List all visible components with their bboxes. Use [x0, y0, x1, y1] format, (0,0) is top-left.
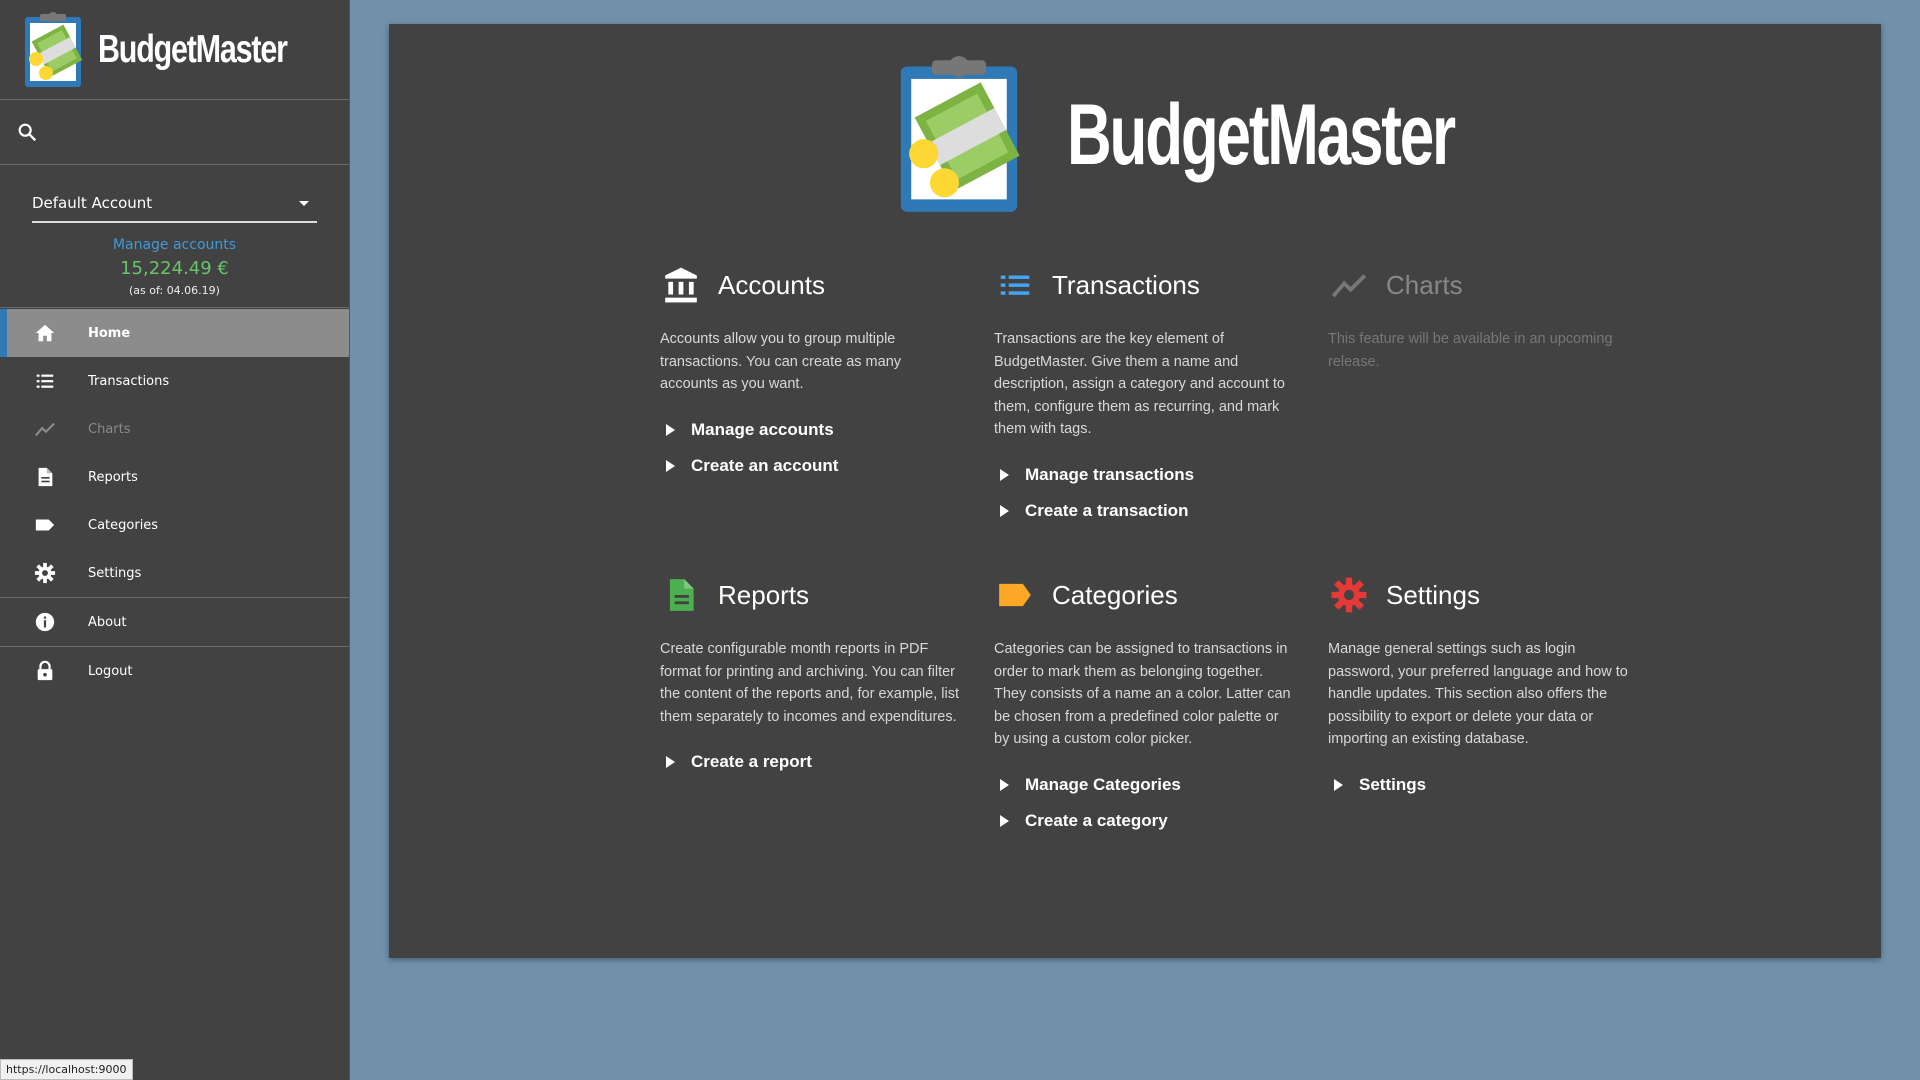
sidebar-logo[interactable]: BudgetMaster — [0, 0, 349, 100]
account-select[interactable]: Default Account — [32, 185, 317, 223]
link-label: Manage accounts — [691, 419, 834, 439]
feature-charts: Charts This feature will be available in… — [1328, 260, 1628, 373]
sidebar: BudgetMaster Default Account Manage acco… — [0, 0, 350, 1080]
balance-date: (as of: 04.06.19) — [129, 284, 220, 297]
nav-label: Charts — [88, 421, 131, 437]
document-icon — [660, 574, 702, 616]
label-icon — [994, 574, 1036, 616]
manage-categories-button[interactable]: Manage Categories — [994, 767, 1294, 803]
create-category-button[interactable]: Create a category — [994, 803, 1294, 839]
document-icon — [34, 466, 56, 488]
nav-item-charts: Charts — [0, 405, 349, 453]
feature-title: Settings — [1386, 579, 1480, 610]
play-arrow-icon — [1000, 778, 1009, 791]
budgetmaster-logo-icon — [25, 11, 83, 87]
nav-item-about[interactable]: About — [0, 598, 349, 646]
hero-logo: BudgetMaster — [889, 54, 1604, 216]
settings-button[interactable]: Settings — [1328, 767, 1628, 803]
create-report-button[interactable]: Create a report — [660, 744, 960, 780]
nav-label: Categories — [88, 517, 159, 533]
play-arrow-icon — [1000, 814, 1009, 827]
nav-item-transactions[interactable]: Transactions — [0, 357, 349, 405]
play-arrow-icon — [666, 459, 675, 472]
feature-description: Accounts allow you to group multiple tra… — [660, 331, 902, 393]
sidebar-brand-name: BudgetMaster — [98, 27, 288, 71]
feature-title: Categories — [1052, 579, 1178, 610]
feature-description: Create configurable month reports in PDF… — [660, 641, 960, 725]
link-label: Manage Categories — [1025, 774, 1181, 794]
link-label: Create a transaction — [1025, 500, 1189, 520]
nav-item-settings[interactable]: Settings — [0, 549, 349, 597]
home-card: BudgetMaster Accounts Accounts allow you… — [389, 24, 1881, 958]
play-arrow-icon — [1000, 468, 1009, 481]
create-account-button[interactable]: Create an account — [660, 448, 960, 484]
nav-label: Settings — [88, 565, 142, 581]
list-icon — [34, 370, 56, 392]
status-bar-url: https://localhost:9000 — [0, 1059, 133, 1080]
label-icon — [34, 514, 56, 536]
nav-item-reports[interactable]: Reports — [0, 453, 349, 501]
account-select-value: Default Account — [32, 194, 153, 212]
feature-transactions: Transactions Transactions are the key el… — [994, 260, 1294, 529]
account-balance: 15,224.49 € — [120, 258, 229, 279]
feature-title: Charts — [1386, 269, 1463, 300]
nav-item-categories[interactable]: Categories — [0, 501, 349, 549]
hero-brand-name: BudgetMaster — [1067, 86, 1456, 183]
play-arrow-icon — [1334, 778, 1343, 791]
manage-transactions-button[interactable]: Manage transactions — [994, 457, 1294, 493]
search-icon[interactable] — [16, 121, 38, 143]
list-icon — [994, 264, 1036, 306]
nav-item-home[interactable]: Home — [0, 309, 349, 357]
nav-label: Logout — [88, 663, 133, 679]
chart-icon — [34, 418, 56, 440]
info-icon — [34, 611, 56, 633]
play-arrow-icon — [666, 756, 675, 769]
nav-label: Transactions — [88, 373, 170, 389]
lock-icon — [34, 660, 56, 682]
link-label: Create a category — [1025, 810, 1168, 830]
feature-description: Transactions are the key element of Budg… — [994, 331, 1285, 438]
play-arrow-icon — [1000, 504, 1009, 517]
gear-icon — [1328, 574, 1370, 616]
feature-title: Transactions — [1052, 269, 1200, 300]
manage-accounts-button[interactable]: Manage accounts — [660, 412, 960, 448]
sidebar-search[interactable] — [0, 100, 349, 165]
play-arrow-icon — [666, 423, 675, 436]
nav-label: About — [88, 614, 127, 630]
nav-item-logout[interactable]: Logout — [0, 647, 349, 695]
chart-icon — [1328, 264, 1370, 306]
feature-description: Categories can be assigned to transactio… — [994, 641, 1291, 748]
nav-label: Reports — [88, 469, 138, 485]
feature-categories: Categories Categories can be assigned to… — [994, 570, 1294, 839]
feature-description: This feature will be available in an upc… — [1328, 331, 1613, 370]
feature-accounts: Accounts Accounts allow you to group mul… — [660, 260, 960, 484]
link-label: Create a report — [691, 752, 812, 772]
link-label: Create an account — [691, 455, 839, 475]
gear-icon — [34, 562, 56, 584]
nav-label: Home — [88, 325, 131, 341]
link-label: Settings — [1359, 774, 1427, 794]
chevron-down-icon — [299, 200, 309, 206]
feature-title: Reports — [718, 579, 810, 610]
create-transaction-button[interactable]: Create a transaction — [994, 493, 1294, 529]
manage-accounts-link[interactable]: Manage accounts — [0, 237, 349, 253]
feature-title: Accounts — [718, 269, 825, 300]
feature-description: Manage general settings such as login pa… — [1328, 641, 1628, 748]
feature-settings: Settings Manage general settings such as… — [1328, 570, 1628, 803]
feature-reports: Reports Create configurable month report… — [660, 570, 960, 780]
sidebar-nav: Home Transactions Charts Reports Categor… — [0, 309, 349, 695]
budgetmaster-logo-icon — [900, 56, 1020, 212]
bank-icon — [660, 264, 702, 306]
home-icon — [34, 322, 56, 344]
link-label: Manage transactions — [1025, 464, 1195, 484]
account-panel: Default Account Manage accounts 15,224.4… — [0, 165, 349, 308]
